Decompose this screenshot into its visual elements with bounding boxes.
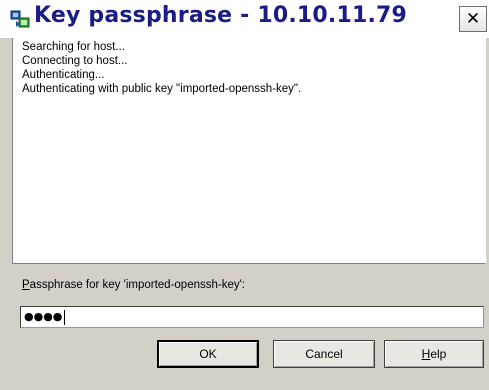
key-passphrase-dialog: Key passphrase - 10.10.11.79 ✕ Searching… bbox=[0, 0, 489, 390]
event-log: Searching for host... Connecting to host… bbox=[12, 38, 486, 264]
passphrase-input[interactable]: ●●●● bbox=[20, 306, 484, 328]
window-title: Key passphrase - 10.10.11.79 bbox=[34, 3, 408, 28]
title-bar[interactable]: Key passphrase - 10.10.11.79 ✕ bbox=[0, 0, 489, 39]
passphrase-label-text: assphrase for key 'imported-openssh-key'… bbox=[29, 279, 245, 291]
cancel-button[interactable]: Cancel bbox=[273, 340, 375, 368]
passphrase-masked-value: ●●●● bbox=[24, 310, 63, 323]
passphrase-prompt-label: Passphrase for key 'imported-openssh-key… bbox=[22, 279, 245, 291]
passphrase-label-mnemonic: P bbox=[22, 279, 30, 291]
log-line: Authenticating... bbox=[22, 69, 105, 81]
close-icon: ✕ bbox=[465, 9, 481, 29]
help-label: elp bbox=[430, 347, 447, 361]
putty-icon bbox=[10, 9, 30, 29]
ok-button[interactable]: OK bbox=[157, 340, 259, 368]
close-button[interactable]: ✕ bbox=[459, 6, 487, 32]
log-line: Searching for host... bbox=[22, 41, 125, 53]
log-line: Authenticating with public key "imported… bbox=[22, 83, 302, 95]
help-button[interactable]: Help bbox=[384, 340, 484, 368]
text-caret bbox=[64, 310, 65, 325]
log-line: Connecting to host... bbox=[22, 55, 128, 67]
